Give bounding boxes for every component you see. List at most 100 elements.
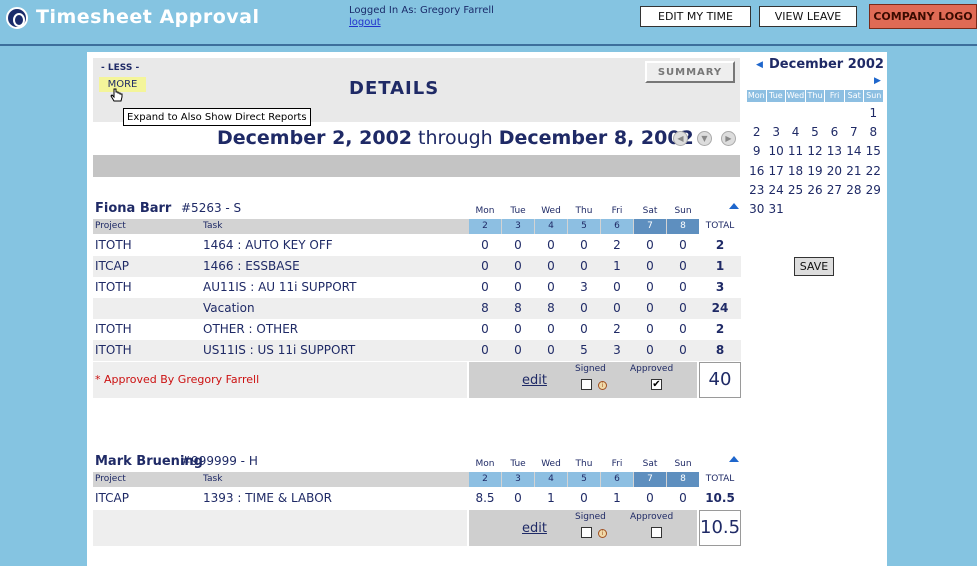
hours-cell: 0 <box>514 238 522 252</box>
calendar-date[interactable]: 2 <box>747 123 766 142</box>
row-total: 2 <box>715 238 725 252</box>
calendar-date[interactable]: 23 <box>747 181 766 200</box>
project-cell: ITOTH <box>95 280 132 294</box>
collapse-up-icon[interactable] <box>729 456 739 462</box>
hours-cell: 0 <box>580 491 588 505</box>
calendar-date[interactable]: 13 <box>825 142 844 161</box>
summary-button[interactable]: SUMMARY <box>645 61 735 83</box>
next-week-icon[interactable]: ▶ <box>721 131 736 146</box>
edit-my-time-button[interactable]: EDIT MY TIME <box>640 6 751 27</box>
calendar-date[interactable]: 31 <box>766 200 785 219</box>
info-icon[interactable]: i <box>598 381 607 390</box>
calendar-date[interactable]: 26 <box>805 181 824 200</box>
calendar-date[interactable]: 5 <box>805 123 824 142</box>
view-leave-button[interactable]: VIEW LEAVE <box>759 6 857 27</box>
hours-cell: 0 <box>514 280 522 294</box>
day-header: Thu <box>575 459 593 469</box>
edit-link[interactable]: edit <box>522 521 547 536</box>
signed-label: Signed <box>575 364 606 374</box>
calendar-date[interactable]: 20 <box>825 162 844 181</box>
calendar-date[interactable]: 27 <box>825 181 844 200</box>
employee-name: Fiona Barr <box>95 201 172 216</box>
hours-cell: 5 <box>580 343 588 357</box>
row-total: 10.5 <box>705 491 735 505</box>
logout-link[interactable]: logout <box>349 17 494 29</box>
calendar-date[interactable]: 4 <box>786 123 805 142</box>
calendar-date[interactable]: 19 <box>805 162 824 181</box>
timesheet-row: ITCAP 1393 : TIME & LABOR 8.5 0 1 0 1 0 0 10.5 <box>93 488 741 509</box>
calendar-date[interactable]: 24 <box>766 181 785 200</box>
hours-cell: 0 <box>514 259 522 273</box>
edit-link[interactable]: edit <box>522 373 547 388</box>
timesheet-row: Vacation 8 8 8 0 0 0 0 24 <box>93 298 741 319</box>
hours-cell: 0 <box>679 259 687 273</box>
task-cell: OTHER : OTHER <box>203 322 299 336</box>
task-cell: 1466 : ESSBASE <box>203 259 300 273</box>
approved-checkbox[interactable]: ✔ <box>651 379 662 390</box>
calendar-date[interactable]: 22 <box>864 162 883 181</box>
login-info: Logged In As: Gregory Farrell logout <box>349 5 494 29</box>
calendar-date[interactable]: 15 <box>864 142 883 161</box>
footer-note-area <box>93 510 467 546</box>
calendar-date[interactable]: 1 <box>864 104 883 123</box>
footer-actions: edit Signed Approved i ✔ <box>469 362 697 398</box>
total-header: TOTAL <box>699 219 741 234</box>
calendar-date[interactable]: 3 <box>766 123 785 142</box>
calendar-date[interactable]: 8 <box>864 123 883 142</box>
calendar-date[interactable]: 11 <box>786 142 805 161</box>
hours-cell: 0 <box>514 343 522 357</box>
current-week-icon[interactable]: ▼ <box>697 131 712 146</box>
grand-total: 40 <box>699 362 741 398</box>
calendar-date[interactable]: 9 <box>747 142 766 161</box>
prev-week-icon[interactable]: ◀ <box>673 131 688 146</box>
collapse-up-icon[interactable] <box>729 203 739 209</box>
calendar-date[interactable]: 7 <box>844 123 863 142</box>
hours-cell: 0 <box>646 301 654 315</box>
less-toggle[interactable]: - LESS - <box>101 63 139 73</box>
task-cell: US11IS : US 11i SUPPORT <box>203 343 356 357</box>
calendar-date[interactable]: 17 <box>766 162 785 181</box>
hours-cell: 0 <box>547 343 555 357</box>
approved-checkbox[interactable] <box>651 527 662 538</box>
save-button[interactable]: SAVE <box>794 257 834 276</box>
project-cell: ITCAP <box>95 259 129 273</box>
calendar-blank <box>766 104 785 123</box>
signed-checkbox[interactable] <box>581 527 592 538</box>
calendar-date[interactable]: 21 <box>844 162 863 181</box>
calendar-date[interactable]: 28 <box>844 181 863 200</box>
calendar-date[interactable]: 10 <box>766 142 785 161</box>
info-icon[interactable]: i <box>598 529 607 538</box>
calendar-day-name: Thu <box>805 90 825 102</box>
hours-cell: 0 <box>580 238 588 252</box>
calendar-date[interactable]: 29 <box>864 181 883 200</box>
signed-checkbox[interactable] <box>581 379 592 390</box>
project-cell: ITOTH <box>95 343 132 357</box>
day-header: Wed <box>541 459 561 469</box>
calendar-date[interactable]: 6 <box>825 123 844 142</box>
range-through: through <box>412 127 499 149</box>
calendar-date[interactable]: 18 <box>786 162 805 181</box>
calendar-date[interactable]: 25 <box>786 181 805 200</box>
timesheet-row: ITOTH OTHER : OTHER 0 0 0 0 2 0 0 2 <box>93 319 741 340</box>
project-cell: ITOTH <box>95 238 132 252</box>
calendar-prev-icon[interactable]: ◀ <box>756 60 763 70</box>
hours-cell: 0 <box>481 238 489 252</box>
day-number-header: 2 <box>469 219 501 234</box>
timesheet-row: ITOTH US11IS : US 11i SUPPORT 0 0 0 5 3 0 0 8 <box>93 340 741 361</box>
day-number-header: 3 <box>502 472 534 487</box>
range-start: December 2, 2002 <box>217 127 413 149</box>
calendar-grid: 1 2 3 4 5 6 7 8 9 10 11 12 13 14 15 16 17 18 19 20 21 22 23 24 2… <box>747 104 883 219</box>
hours-cell: 0 <box>646 259 654 273</box>
calendar-date[interactable]: 30 <box>747 200 766 219</box>
task-cell: Vacation <box>203 301 255 315</box>
calendar-date[interactable]: 14 <box>844 142 863 161</box>
hours-cell: 0 <box>580 259 588 273</box>
hours-cell: 0 <box>646 343 654 357</box>
hours-cell: 0 <box>679 322 687 336</box>
calendar-date[interactable]: 16 <box>747 162 766 181</box>
hours-cell: 0 <box>613 280 621 294</box>
calendar-date[interactable]: 12 <box>805 142 824 161</box>
footer-actions: edit Signed Approved i <box>469 510 697 546</box>
hours-cell: 0 <box>646 322 654 336</box>
calendar-next-icon[interactable]: ▶ <box>874 76 881 86</box>
